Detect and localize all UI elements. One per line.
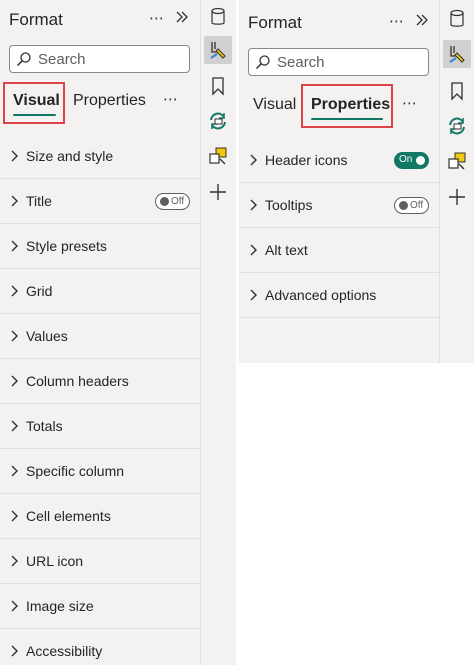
chevron-right-icon [10, 418, 20, 434]
chevron-right-icon [10, 328, 20, 344]
data-pane-button[interactable] [204, 3, 232, 31]
format-tabs: Visual Properties ⋯ [0, 82, 200, 124]
collapse-pane-icon[interactable] [175, 10, 189, 29]
collapse-pane-icon[interactable] [415, 13, 429, 32]
card-alt-text[interactable]: Alt text [239, 228, 439, 273]
card-tooltips[interactable]: Tooltips Off [239, 183, 439, 228]
sync-slicers-button[interactable] [443, 112, 471, 140]
data-pane-button[interactable] [443, 5, 471, 33]
chevron-right-icon [249, 242, 259, 258]
chevron-right-icon [10, 643, 20, 659]
card-accessibility[interactable]: Accessibility [0, 629, 200, 665]
search-icon [255, 54, 271, 70]
card-title[interactable]: Title Off [0, 179, 200, 224]
search-input[interactable] [277, 53, 417, 71]
pane-title: Format [9, 10, 63, 29]
card-label: Advanced options [265, 287, 377, 303]
toggle-text: Off [171, 196, 185, 207]
card-label: Image size [26, 598, 94, 614]
tab-visual[interactable]: Visual [253, 96, 296, 114]
card-column-headers[interactable]: Column headers [0, 359, 200, 404]
card-url-icon[interactable]: URL icon [0, 539, 200, 584]
search-icon [16, 51, 32, 67]
chevron-right-icon [249, 197, 259, 213]
card-label: URL icon [26, 553, 84, 569]
card-label: Size and style [26, 148, 114, 164]
toggle-text: On [399, 154, 413, 165]
chevron-right-icon [10, 463, 20, 479]
chevron-right-icon [10, 193, 20, 209]
more-options-icon[interactable]: ⋯ [149, 9, 165, 27]
card-image-size[interactable]: Image size [0, 584, 200, 629]
card-label: Header icons [265, 152, 348, 168]
toggle-knob [416, 156, 425, 165]
toggle-knob [160, 197, 169, 206]
card-label: Grid [26, 283, 53, 299]
add-pane-button[interactable] [443, 183, 471, 211]
pane-header: Format ⋯ [239, 0, 439, 40]
card-label: Values [26, 328, 68, 344]
card-label: Title [26, 193, 52, 209]
card-label: Tooltips [265, 197, 313, 213]
format-pane-button[interactable] [443, 40, 471, 68]
format-pane-visual: Format ⋯ Visual Properties ⋯ Size and st… [0, 0, 200, 665]
card-totals[interactable]: Totals [0, 404, 200, 449]
visualizations-rail [439, 0, 474, 363]
card-values[interactable]: Values [0, 314, 200, 359]
header-icons-toggle[interactable]: On [394, 152, 429, 169]
search-input[interactable] [38, 50, 178, 68]
chevron-right-icon [10, 148, 20, 164]
card-label: Cell elements [26, 508, 111, 524]
card-label: Column headers [26, 373, 129, 389]
bookmarks-button[interactable] [204, 72, 232, 100]
add-pane-button[interactable] [204, 178, 232, 206]
search-box[interactable] [248, 48, 429, 76]
card-advanced-options[interactable]: Advanced options [239, 273, 439, 318]
card-label: Alt text [265, 242, 308, 258]
tab-properties[interactable]: Properties [73, 92, 146, 110]
card-style-presets[interactable]: Style presets [0, 224, 200, 269]
more-options-icon[interactable]: ⋯ [389, 12, 405, 30]
tabs-more-icon[interactable]: ⋯ [163, 90, 179, 108]
visualizations-rail [200, 0, 236, 665]
format-pane-button[interactable] [204, 36, 232, 64]
search-box[interactable] [9, 45, 190, 73]
chevron-right-icon [249, 152, 259, 168]
chevron-right-icon [10, 238, 20, 254]
chevron-right-icon [10, 508, 20, 524]
highlight-box [301, 84, 393, 128]
pane-title: Format [248, 13, 302, 32]
chevron-right-icon [10, 283, 20, 299]
tooltips-toggle[interactable]: Off [394, 197, 429, 214]
card-header-icons[interactable]: Header icons On [239, 138, 439, 183]
chevron-right-icon [10, 598, 20, 614]
sync-slicers-button[interactable] [204, 107, 232, 135]
card-label: Specific column [26, 463, 125, 479]
card-label: Totals [26, 418, 63, 434]
format-pane-properties: Format ⋯ Visual Properties ⋯ Header icon… [239, 0, 439, 363]
chevron-right-icon [10, 553, 20, 569]
toggle-knob [399, 201, 408, 210]
format-tabs: Visual Properties ⋯ [239, 84, 439, 128]
card-grid[interactable]: Grid [0, 269, 200, 314]
title-toggle[interactable]: Off [155, 193, 190, 210]
drillthrough-button[interactable] [443, 147, 471, 175]
toggle-text: Off [410, 200, 424, 211]
card-label: Accessibility [26, 643, 103, 659]
chevron-right-icon [249, 287, 259, 303]
bookmarks-button[interactable] [443, 77, 471, 105]
card-size-and-style[interactable]: Size and style [0, 134, 200, 179]
highlight-box [3, 82, 65, 124]
card-cell-elements[interactable]: Cell elements [0, 494, 200, 539]
card-label: Style presets [26, 238, 107, 254]
drillthrough-button[interactable] [204, 142, 232, 170]
tabs-more-icon[interactable]: ⋯ [402, 94, 418, 112]
chevron-right-icon [10, 373, 20, 389]
pane-header: Format ⋯ [0, 0, 200, 40]
card-specific-column[interactable]: Specific column [0, 449, 200, 494]
